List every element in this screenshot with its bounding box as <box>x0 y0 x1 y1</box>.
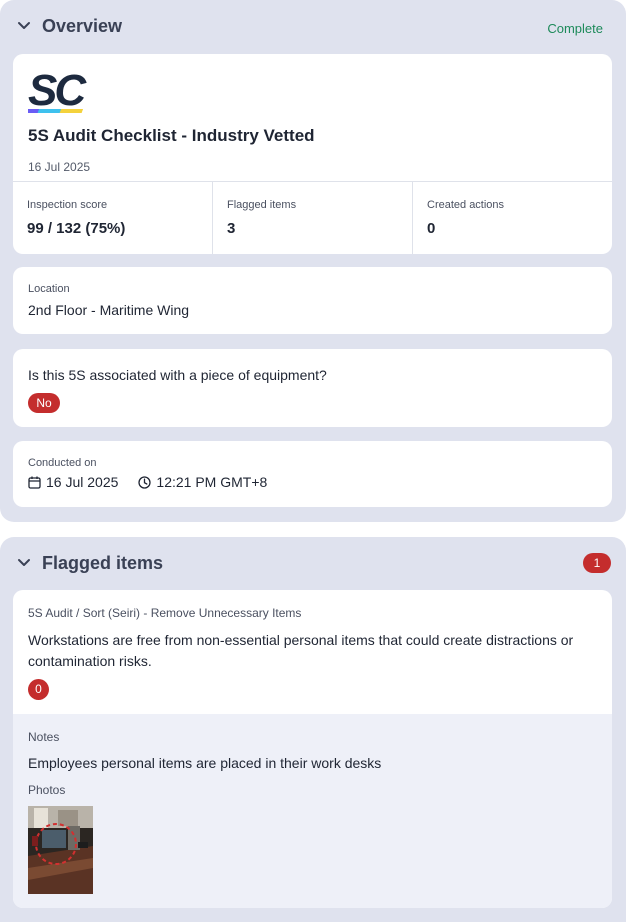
chevron-down-icon[interactable] <box>17 21 31 31</box>
overview-title: Overview <box>42 16 123 36</box>
clock-icon <box>138 475 152 489</box>
stat-label: Created actions <box>427 199 505 211</box>
answer-no-badge: No <box>28 393 60 413</box>
flagged-items-title: Flagged items <box>42 553 164 573</box>
equipment-question-card: Is this 5S associated with a piece of eq… <box>13 349 612 427</box>
flagged-item-path: 5S Audit / Sort (Seiri) - Remove Unneces… <box>28 606 302 620</box>
conducted-time: 12:21 PM GMT+8 <box>156 474 268 490</box>
photos-label: Photos <box>28 783 66 797</box>
stats-row: Inspection score 99 / 132 (75%) Flagged … <box>13 181 612 254</box>
location-value: 2nd Floor - Maritime Wing <box>28 302 190 318</box>
conducted-label: Conducted on <box>28 457 97 469</box>
template-title: 5S Audit Checklist - Industry Vetted <box>28 126 315 145</box>
flagged-items-header[interactable]: Flagged items 1 <box>0 537 626 591</box>
stat-label: Flagged items <box>227 199 297 211</box>
logo-text: SC <box>28 68 87 115</box>
notes-panel: Notes Employees personal items are place… <box>13 714 612 908</box>
location-label: Location <box>28 283 70 295</box>
conducted-datetime: 16 Jul 2025 12:21 PM GMT+8 <box>28 474 267 490</box>
logo: SC <box>28 68 90 115</box>
overview-header[interactable]: Overview Complete <box>0 0 626 54</box>
calendar-icon <box>28 476 41 489</box>
stat-value: 99 / 132 (75%) <box>27 220 126 237</box>
stat-created-actions[interactable]: Created actions 0 <box>412 182 612 254</box>
status-badge: Complete <box>547 21 603 36</box>
flagged-count-badge: 1 <box>583 553 611 573</box>
notes-text: Employees personal items are placed in t… <box>28 755 382 771</box>
conducted-on-card: Conducted on 16 Jul 2025 12:21 PM GMT+8 <box>13 441 612 507</box>
stat-inspection-score: Inspection score 99 / 132 (75%) <box>13 182 212 254</box>
conducted-date: 16 Jul 2025 <box>46 474 119 490</box>
notes-label: Notes <box>28 730 60 744</box>
stat-value: 3 <box>227 220 236 237</box>
photo-thumbnail[interactable] <box>28 806 93 894</box>
chevron-down-icon[interactable] <box>17 558 31 568</box>
stat-flagged-items[interactable]: Flagged items 3 <box>212 182 412 254</box>
inspection-summary-card: SC 5S Audit Checklist - Industry Vetted … <box>13 54 612 254</box>
flagged-item-card: 5S Audit / Sort (Seiri) - Remove Unneces… <box>13 590 612 908</box>
flagged-item-badge: 0 <box>28 679 49 700</box>
stat-value: 0 <box>427 220 436 237</box>
location-card: Location 2nd Floor - Maritime Wing <box>13 267 612 334</box>
stat-label: Inspection score <box>27 199 108 211</box>
flagged-item-question: Workstations are free from non-essential… <box>28 632 574 669</box>
inspection-date: 16 Jul 2025 <box>28 160 91 174</box>
overview-section: Overview Complete SC 5S Audit Checklist … <box>0 0 626 522</box>
equipment-question: Is this 5S associated with a piece of eq… <box>28 367 327 383</box>
